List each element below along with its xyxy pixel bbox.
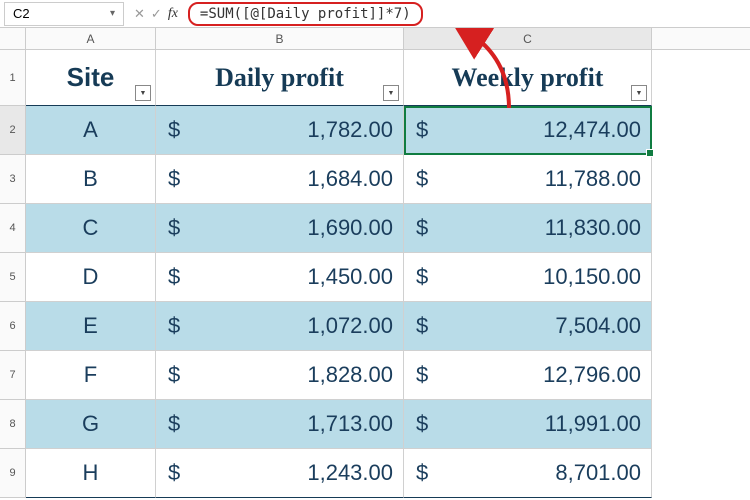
amount-value: 1,828.00 bbox=[180, 362, 393, 388]
currency-symbol: $ bbox=[414, 460, 428, 486]
name-box[interactable]: C2 ▾ bbox=[4, 2, 124, 26]
row-number[interactable]: 3 bbox=[0, 155, 26, 204]
filter-dropdown-icon[interactable]: ▼ bbox=[631, 85, 647, 101]
chevron-down-icon[interactable]: ▾ bbox=[110, 8, 115, 19]
weekly-profit-cell[interactable]: $12,474.00 bbox=[404, 106, 652, 155]
formula-input[interactable]: =SUM([@[Daily profit]]*7) bbox=[188, 2, 423, 26]
header-label: Weekly profit bbox=[452, 63, 604, 93]
column-header-c[interactable]: C bbox=[404, 28, 652, 49]
table-row: 5D$1,450.00$10,150.00 bbox=[0, 253, 750, 302]
currency-symbol: $ bbox=[414, 362, 428, 388]
amount-value: 1,782.00 bbox=[180, 117, 393, 143]
table-row: 4C$1,690.00$11,830.00 bbox=[0, 204, 750, 253]
daily-profit-cell[interactable]: $1,072.00 bbox=[156, 302, 404, 351]
weekly-profit-cell[interactable]: $7,504.00 bbox=[404, 302, 652, 351]
daily-profit-cell[interactable]: $1,690.00 bbox=[156, 204, 404, 253]
site-cell[interactable]: A bbox=[26, 106, 156, 155]
amount-value: 7,504.00 bbox=[428, 313, 641, 339]
currency-symbol: $ bbox=[414, 117, 428, 143]
currency-symbol: $ bbox=[414, 264, 428, 290]
weekly-profit-cell[interactable]: $11,830.00 bbox=[404, 204, 652, 253]
sheet-grid: 1Site▼Daily profit▼Weekly profit▼2A$1,78… bbox=[0, 50, 750, 498]
row-number[interactable]: 4 bbox=[0, 204, 26, 253]
currency-symbol: $ bbox=[166, 117, 180, 143]
cell-reference: C2 bbox=[13, 6, 30, 21]
table-header-weekly[interactable]: Weekly profit ▼ bbox=[404, 50, 652, 106]
fx-icon[interactable]: fx bbox=[168, 6, 178, 22]
amount-value: 1,713.00 bbox=[180, 411, 393, 437]
amount-value: 1,690.00 bbox=[180, 215, 393, 241]
daily-profit-cell[interactable]: $1,243.00 bbox=[156, 449, 404, 498]
amount-value: 12,474.00 bbox=[428, 117, 641, 143]
daily-profit-cell[interactable]: $1,782.00 bbox=[156, 106, 404, 155]
row-number[interactable]: 5 bbox=[0, 253, 26, 302]
cancel-icon[interactable]: ✕ bbox=[134, 6, 145, 22]
site-cell[interactable]: B bbox=[26, 155, 156, 204]
currency-symbol: $ bbox=[414, 411, 428, 437]
amount-value: 11,830.00 bbox=[428, 215, 641, 241]
currency-symbol: $ bbox=[166, 313, 180, 339]
table-row: 7F$1,828.00$12,796.00 bbox=[0, 351, 750, 400]
table-row: 9H$1,243.00$8,701.00 bbox=[0, 449, 750, 498]
table-header-site[interactable]: Site ▼ bbox=[26, 50, 156, 106]
amount-value: 11,788.00 bbox=[428, 166, 641, 192]
site-cell[interactable]: D bbox=[26, 253, 156, 302]
table-row: 1 Site ▼ Daily profit ▼ Weekly profit ▼ bbox=[0, 50, 750, 106]
amount-value: 8,701.00 bbox=[428, 460, 641, 486]
table-row: 8G$1,713.00$11,991.00 bbox=[0, 400, 750, 449]
site-cell[interactable]: C bbox=[26, 204, 156, 253]
filter-dropdown-icon[interactable]: ▼ bbox=[135, 85, 151, 101]
weekly-profit-cell[interactable]: $12,796.00 bbox=[404, 351, 652, 400]
header-label: Daily profit bbox=[215, 63, 344, 93]
currency-symbol: $ bbox=[166, 215, 180, 241]
confirm-icon[interactable]: ✓ bbox=[151, 6, 162, 22]
column-headers: A B C bbox=[0, 28, 750, 50]
amount-value: 12,796.00 bbox=[428, 362, 641, 388]
table-row: 2A$1,782.00$12,474.00 bbox=[0, 106, 750, 155]
row-number[interactable]: 1 bbox=[0, 50, 26, 106]
row-number[interactable]: 9 bbox=[0, 449, 26, 498]
row-number[interactable]: 7 bbox=[0, 351, 26, 400]
row-number[interactable]: 6 bbox=[0, 302, 26, 351]
table-row: 3B$1,684.00$11,788.00 bbox=[0, 155, 750, 204]
amount-value: 1,072.00 bbox=[180, 313, 393, 339]
filter-dropdown-icon[interactable]: ▼ bbox=[383, 85, 399, 101]
currency-symbol: $ bbox=[414, 215, 428, 241]
amount-value: 11,991.00 bbox=[428, 411, 641, 437]
weekly-profit-cell[interactable]: $11,991.00 bbox=[404, 400, 652, 449]
currency-symbol: $ bbox=[166, 362, 180, 388]
amount-value: 1,243.00 bbox=[180, 460, 393, 486]
currency-symbol: $ bbox=[166, 411, 180, 437]
weekly-profit-cell[interactable]: $10,150.00 bbox=[404, 253, 652, 302]
row-number[interactable]: 8 bbox=[0, 400, 26, 449]
currency-symbol: $ bbox=[414, 313, 428, 339]
site-cell[interactable]: E bbox=[26, 302, 156, 351]
weekly-profit-cell[interactable]: $8,701.00 bbox=[404, 449, 652, 498]
header-label: Site bbox=[67, 62, 115, 93]
site-cell[interactable]: F bbox=[26, 351, 156, 400]
row-number[interactable]: 2 bbox=[0, 106, 26, 155]
daily-profit-cell[interactable]: $1,450.00 bbox=[156, 253, 404, 302]
column-header-a[interactable]: A bbox=[26, 28, 156, 49]
currency-symbol: $ bbox=[166, 166, 180, 192]
site-cell[interactable]: G bbox=[26, 400, 156, 449]
weekly-profit-cell[interactable]: $11,788.00 bbox=[404, 155, 652, 204]
amount-value: 10,150.00 bbox=[428, 264, 641, 290]
currency-symbol: $ bbox=[166, 264, 180, 290]
amount-value: 1,684.00 bbox=[180, 166, 393, 192]
daily-profit-cell[interactable]: $1,713.00 bbox=[156, 400, 404, 449]
table-header-daily[interactable]: Daily profit ▼ bbox=[156, 50, 404, 106]
table-row: 6E$1,072.00$7,504.00 bbox=[0, 302, 750, 351]
daily-profit-cell[interactable]: $1,828.00 bbox=[156, 351, 404, 400]
formula-controls: ✕ ✓ fx bbox=[128, 6, 184, 22]
site-cell[interactable]: H bbox=[26, 449, 156, 498]
amount-value: 1,450.00 bbox=[180, 264, 393, 290]
currency-symbol: $ bbox=[166, 460, 180, 486]
select-all-corner[interactable] bbox=[0, 28, 26, 49]
formula-bar: C2 ▾ ✕ ✓ fx =SUM([@[Daily profit]]*7) bbox=[0, 0, 750, 28]
column-header-b[interactable]: B bbox=[156, 28, 404, 49]
daily-profit-cell[interactable]: $1,684.00 bbox=[156, 155, 404, 204]
currency-symbol: $ bbox=[414, 166, 428, 192]
